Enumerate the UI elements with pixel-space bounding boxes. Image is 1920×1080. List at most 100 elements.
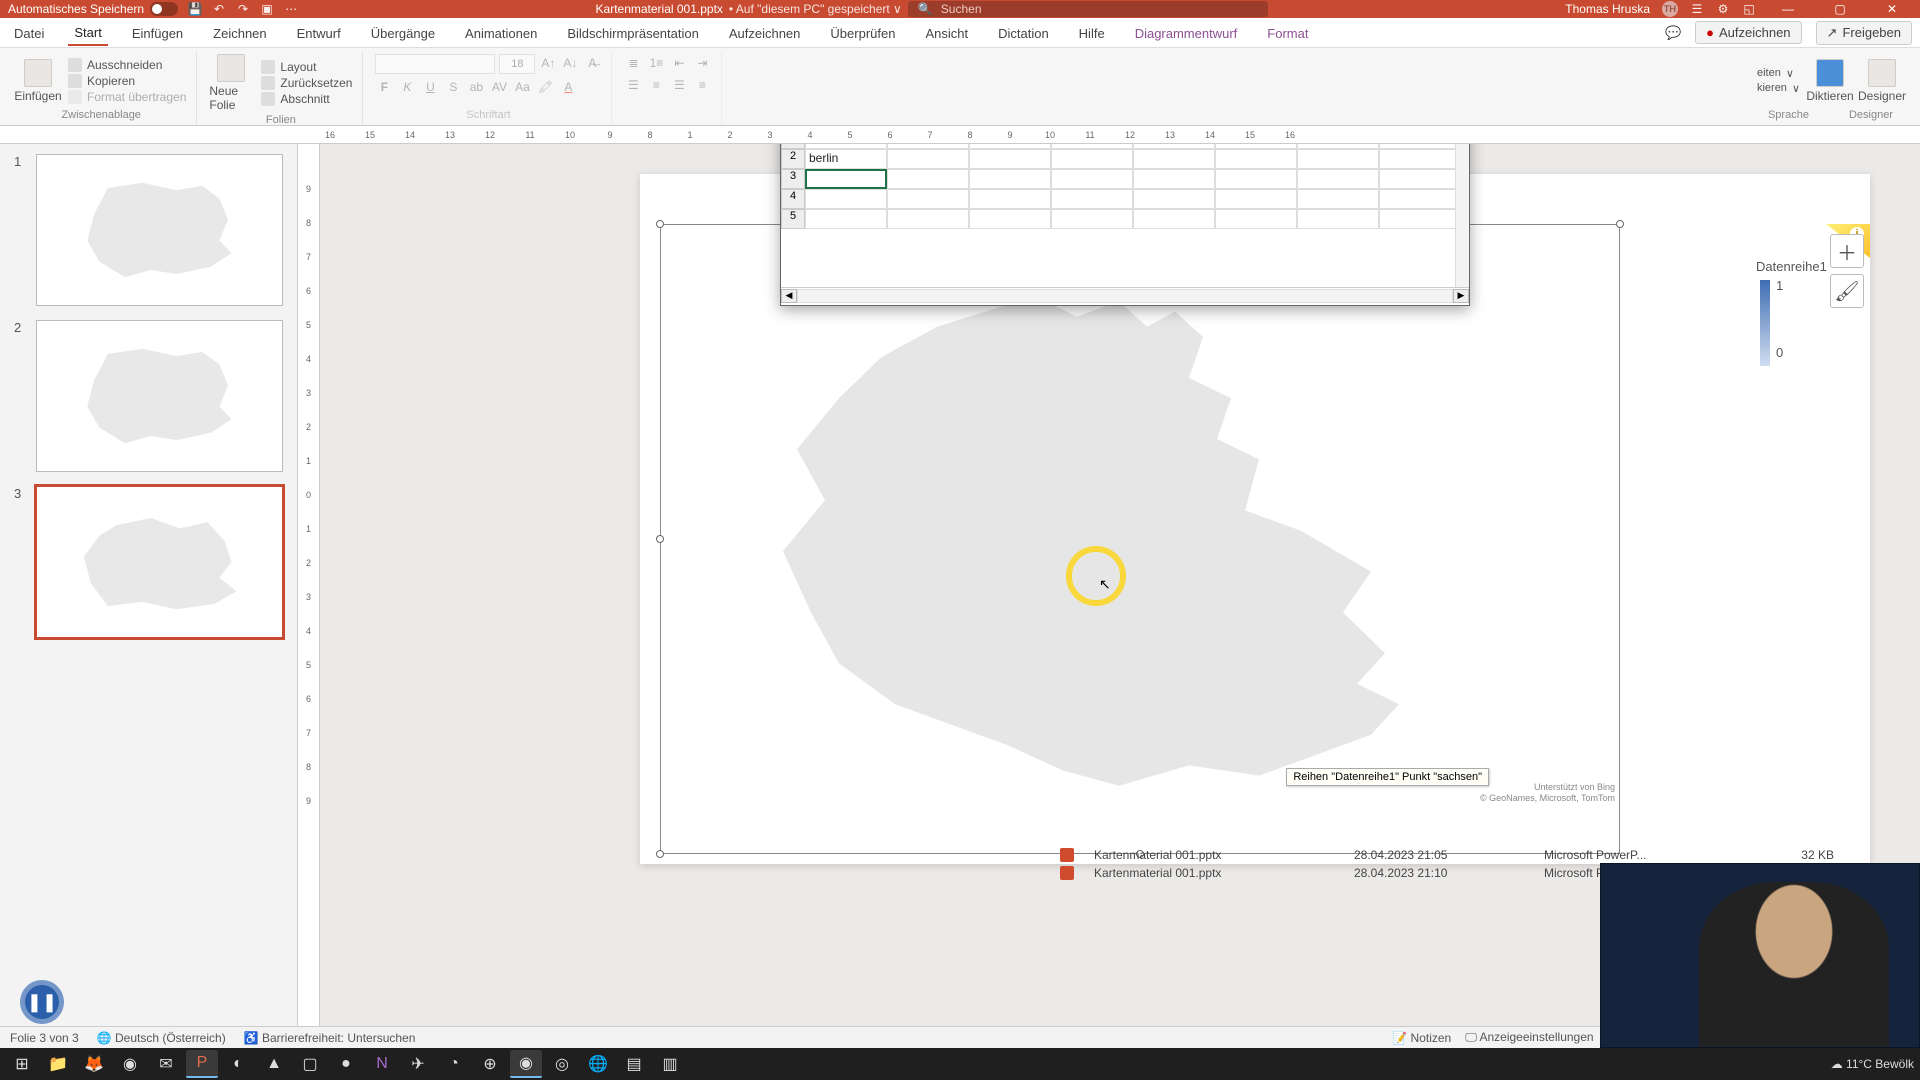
record-button[interactable]: ●Aufzeichnen — [1695, 21, 1801, 44]
font-family-dropdown[interactable] — [375, 54, 495, 74]
undo-icon[interactable]: ↶ — [212, 2, 226, 16]
indent-dec-icon[interactable]: ⇤ — [670, 54, 688, 72]
cell[interactable]: berlin — [805, 149, 887, 169]
row-header[interactable]: 5 — [781, 209, 805, 229]
spacing-icon[interactable]: AV — [490, 78, 508, 96]
toggle-switch-icon[interactable] — [150, 2, 178, 16]
align-center-icon[interactable]: ≡ — [647, 76, 665, 94]
tab-diagrammentwurf[interactable]: Diagrammentwurf — [1129, 20, 1244, 45]
sheet-vscroll[interactable]: ▲ — [1455, 144, 1469, 287]
tab-start[interactable]: Start — [68, 19, 107, 46]
cell[interactable] — [1297, 169, 1379, 189]
cell[interactable] — [887, 209, 969, 229]
taskbar-powerpoint-icon[interactable]: P — [186, 1050, 218, 1078]
indent-inc-icon[interactable]: ⇥ — [693, 54, 711, 72]
tab-ansicht[interactable]: Ansicht — [919, 20, 974, 45]
copy-button[interactable]: Kopieren — [68, 74, 186, 88]
tab-zeichnen[interactable]: Zeichnen — [207, 20, 272, 45]
tab-ueberpruefen[interactable]: Überprüfen — [824, 20, 901, 45]
shrink-font-icon[interactable]: A↓ — [561, 54, 579, 72]
tab-uebergange[interactable]: Übergänge — [365, 20, 441, 45]
tab-hilfe[interactable]: Hilfe — [1073, 20, 1111, 45]
case-icon[interactable]: Aa — [513, 78, 531, 96]
map-plot-area[interactable]: ↖ Reihen "Datenreihe1" Punkt "sachsen" U… — [661, 276, 1619, 806]
tab-aufzeichnen[interactable]: Aufzeichnen — [723, 20, 807, 45]
reset-button[interactable]: Zurücksetzen — [261, 76, 352, 90]
cell[interactable] — [969, 189, 1051, 209]
font-size-dropdown[interactable]: 18 — [499, 54, 535, 74]
taskbar-app-icon[interactable]: ◐ — [222, 1050, 254, 1078]
tab-datei[interactable]: Datei — [8, 20, 50, 45]
sheet-hscroll[interactable]: ◀▶ — [781, 287, 1469, 303]
selection-handle[interactable] — [656, 850, 664, 858]
numbering-icon[interactable]: 1≡ — [647, 54, 665, 72]
cell[interactable] — [1379, 189, 1461, 209]
taskbar-edge-icon[interactable]: 🌐 — [582, 1050, 614, 1078]
titlebar-icon-2[interactable]: ⚙ — [1716, 2, 1730, 16]
tab-entwurf[interactable]: Entwurf — [291, 20, 347, 45]
start-button[interactable]: ⊞ — [6, 1050, 38, 1078]
row-header[interactable]: 2 — [781, 149, 805, 169]
slide-counter[interactable]: Folie 3 von 3 — [10, 1031, 79, 1045]
format-painter-button[interactable]: Format übertragen — [68, 90, 186, 104]
cell[interactable] — [887, 189, 969, 209]
autosave-toggle[interactable]: Automatisches Speichern — [8, 2, 178, 16]
shadow-icon[interactable]: ab — [467, 78, 485, 96]
cell[interactable] — [1051, 209, 1133, 229]
taskbar-outlook-icon[interactable]: ✉ — [150, 1050, 182, 1078]
designer-button[interactable]: Designer — [1860, 59, 1904, 103]
taskbar-obs-icon[interactable]: ◉ — [510, 1050, 542, 1078]
slide-thumbnail-3[interactable] — [36, 486, 283, 638]
cell[interactable] — [1133, 209, 1215, 229]
tab-bildschirm[interactable]: Bildschirmpräsentation — [561, 20, 705, 45]
align-left-icon[interactable]: ☰ — [624, 76, 642, 94]
justify-icon[interactable]: ≡ — [693, 76, 711, 94]
saved-location-note[interactable]: • Auf "diesem PC" gespeichert ∨ — [729, 2, 902, 16]
user-avatar[interactable]: TH — [1662, 1, 1678, 17]
taskbar-telegram-icon[interactable]: ✈ — [402, 1050, 434, 1078]
titlebar-icon-3[interactable]: ◱ — [1742, 2, 1756, 16]
tab-einfuegen[interactable]: Einfügen — [126, 20, 189, 45]
bold-icon[interactable]: F — [375, 78, 393, 96]
redo-icon[interactable]: ↷ — [236, 2, 250, 16]
slide-thumbnail-2[interactable] — [36, 320, 283, 472]
cell[interactable] — [1215, 149, 1297, 169]
cell[interactable] — [1133, 189, 1215, 209]
more-icon[interactable]: ⋯ — [284, 2, 298, 16]
taskbar-app-icon[interactable]: ⊕ — [474, 1050, 506, 1078]
taskbar-app-icon[interactable]: ◎ — [546, 1050, 578, 1078]
slideshow-from-start-icon[interactable]: ▣ — [260, 2, 274, 16]
tab-format[interactable]: Format — [1261, 20, 1314, 45]
tab-dictation[interactable]: Dictation — [992, 20, 1055, 45]
sheet-grid[interactable]: A B C D E F G H 1Datenreihe1 2berlin 3 4… — [781, 144, 1469, 287]
layout-button[interactable]: Layout — [261, 60, 352, 74]
cell-selected[interactable] — [805, 169, 887, 189]
cell[interactable] — [969, 149, 1051, 169]
cell[interactable] — [1379, 169, 1461, 189]
mark-dropdown[interactable]: kieren∨ — [1757, 82, 1800, 95]
notes-button[interactable]: 📝 Notizen — [1392, 1031, 1451, 1045]
highlight-icon[interactable]: 🖍 — [536, 78, 554, 96]
maximize-button[interactable]: ▢ — [1820, 0, 1860, 18]
share-button[interactable]: ↗Freigeben — [1816, 21, 1912, 45]
comments-icon[interactable]: 💬 — [1665, 25, 1681, 41]
file-row[interactable]: Kartenmaterial 001.pptx28.04.2023 21:05M… — [1060, 846, 1920, 864]
cell[interactable] — [1379, 149, 1461, 169]
taskbar-app-icon[interactable]: ◔ — [438, 1050, 470, 1078]
chart-data-sheet[interactable]: ▦ ↶ ↷ ▥ Diagramm in Microsoft PowerPoint… — [780, 144, 1470, 306]
taskbar-chrome-icon[interactable]: ◉ — [114, 1050, 146, 1078]
row-header[interactable]: 3 — [781, 169, 805, 189]
row-header[interactable]: 4 — [781, 189, 805, 209]
cell[interactable] — [805, 189, 887, 209]
tab-animationen[interactable]: Animationen — [459, 20, 543, 45]
edit-dropdown[interactable]: eiten∨ — [1757, 67, 1800, 80]
cell[interactable] — [969, 169, 1051, 189]
slide-thumbnail-1[interactable] — [36, 154, 283, 306]
search-box[interactable]: 🔍 Suchen — [908, 1, 1268, 17]
map-region-shape[interactable] — [741, 286, 1441, 796]
user-name[interactable]: Thomas Hruska — [1565, 2, 1650, 16]
cell[interactable] — [805, 209, 887, 229]
paste-button[interactable]: Einfügen — [16, 59, 60, 103]
cell[interactable] — [1215, 189, 1297, 209]
grow-font-icon[interactable]: A↑ — [539, 54, 557, 72]
